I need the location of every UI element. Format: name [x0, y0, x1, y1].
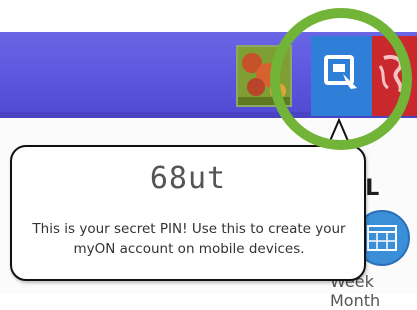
pin-message: This is your secret PIN! Use this to cre…: [32, 221, 346, 257]
secret-pin: 68ut: [149, 161, 227, 196]
highlight-circle: [270, 8, 412, 150]
pin-tooltip: 68ut This is your secret PIN! Use this t…: [10, 145, 366, 281]
